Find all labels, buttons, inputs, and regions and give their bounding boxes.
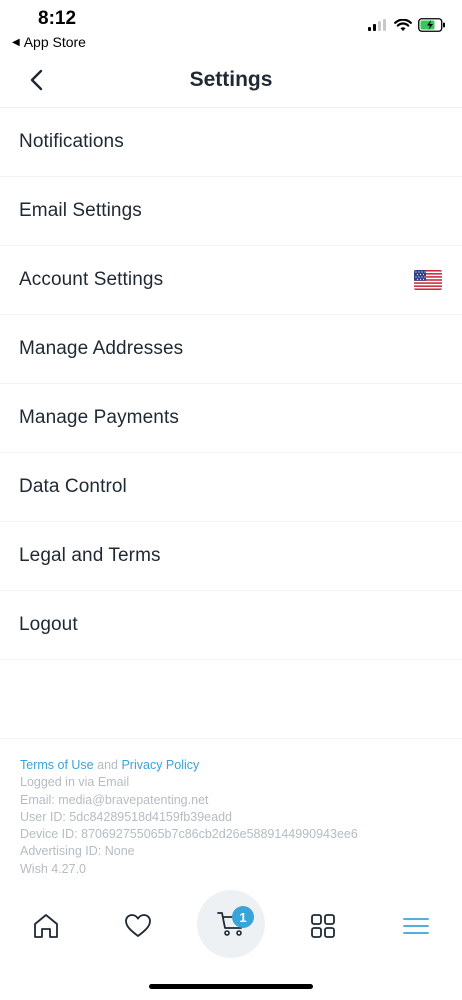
legal-links-line: Terms of Use and Privacy Policy <box>20 757 358 774</box>
home-icon <box>34 914 58 938</box>
device-id-text: Device ID: 870692755065b7c86cb2d26e58891… <box>20 827 358 842</box>
settings-item-account-settings[interactable]: Account Settings <box>0 246 462 315</box>
cart-count-badge: 1 <box>232 906 254 928</box>
advertising-id-text: Advertising ID: None <box>20 844 135 859</box>
logged-in-text: Logged in via Email <box>20 775 130 790</box>
signal-icon <box>368 19 386 31</box>
settings-item-email-settings[interactable]: Email Settings <box>0 177 462 246</box>
settings-item-label: Logout <box>19 614 78 635</box>
page-title: Settings <box>189 68 273 91</box>
tab-cart[interactable] <box>197 890 265 958</box>
status-time: 8:12 <box>38 8 77 29</box>
settings-item-label: Legal and Terms <box>19 545 161 566</box>
settings-item-legal-and-terms[interactable]: Legal and Terms <box>0 522 462 591</box>
settings-item-label: Email Settings <box>19 200 142 221</box>
settings-item-manage-addresses[interactable]: Manage Addresses <box>0 315 462 384</box>
app-store-back-link[interactable]: ◀ App Store <box>12 34 86 50</box>
app-store-back-label: App Store <box>23 34 86 50</box>
tab-menu[interactable] <box>396 906 436 946</box>
wifi-icon <box>394 18 412 31</box>
menu-icon <box>403 918 429 934</box>
settings-item-label: Manage Addresses <box>19 338 184 359</box>
terms-of-use-link[interactable]: Terms of Use <box>20 758 94 772</box>
footer-divider <box>0 738 462 739</box>
grid-icon <box>311 914 335 938</box>
settings-item-label: Manage Payments <box>19 407 179 428</box>
settings-item-notifications[interactable]: Notifications <box>0 108 462 177</box>
settings-list: Notifications Email Settings Account Set… <box>0 108 462 660</box>
settings-item-label: Data Control <box>19 476 127 497</box>
battery-charging-icon <box>418 18 445 32</box>
heart-icon <box>125 914 151 937</box>
tab-bar <box>0 890 462 970</box>
home-indicator <box>149 984 313 989</box>
settings-item-logout[interactable]: Logout <box>0 591 462 660</box>
nav-header: Settings <box>0 52 462 108</box>
settings-item-label: Notifications <box>19 131 124 152</box>
settings-item-data-control[interactable]: Data Control <box>0 453 462 522</box>
tab-wishlist[interactable] <box>118 906 158 946</box>
settings-item-manage-payments[interactable]: Manage Payments <box>0 384 462 453</box>
us-flag-icon <box>414 270 442 290</box>
tab-categories[interactable] <box>303 906 343 946</box>
tab-home[interactable] <box>26 906 66 946</box>
app-version-text: Wish 4.27.0 <box>20 861 87 876</box>
settings-item-label: Account Settings <box>19 269 164 290</box>
and-text: and <box>97 758 118 772</box>
back-triangle-icon: ◀ <box>12 36 20 48</box>
status-bar: 8:12 ◀ App Store <box>0 0 462 52</box>
status-icons <box>368 18 446 32</box>
account-info: Terms of Use and Privacy Policy Logged i… <box>20 757 358 878</box>
privacy-policy-link[interactable]: Privacy Policy <box>121 758 199 772</box>
email-text: Email: media@bravepatenting.net <box>20 792 209 807</box>
user-id-text: User ID: 5dc84289518d4159fb39eadd <box>20 809 232 824</box>
